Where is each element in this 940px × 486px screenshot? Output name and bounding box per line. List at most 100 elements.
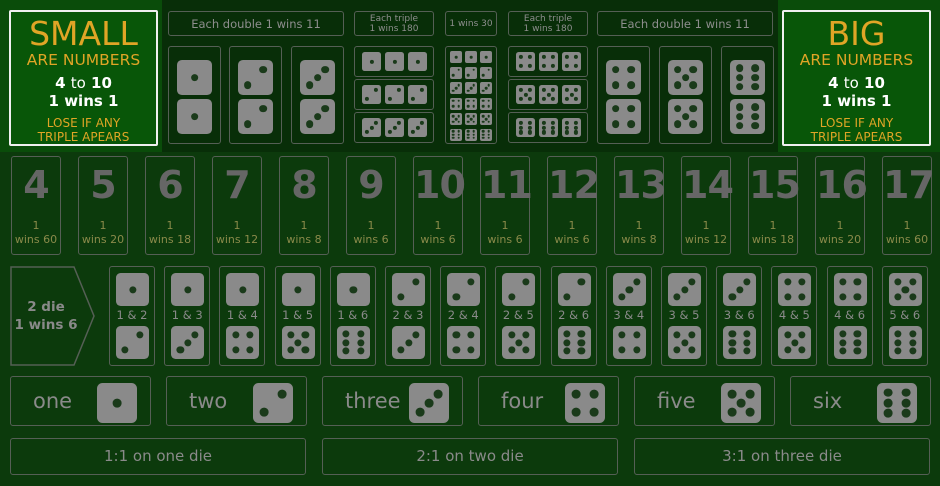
single-five-bet[interactable]: five xyxy=(634,376,775,426)
small-bet-area[interactable]: SMALL ARE NUMBERS 4 to 10 1 wins 1 LOSE … xyxy=(9,10,158,146)
double-4-bet[interactable] xyxy=(597,46,650,144)
any-triple-bet[interactable] xyxy=(445,46,497,144)
die-face-6 xyxy=(465,128,477,141)
pip xyxy=(452,293,461,301)
single-four-bet[interactable]: four xyxy=(478,376,619,426)
doubles-right-header: Each double 1 wins 11 xyxy=(597,11,773,36)
double-1-bet[interactable] xyxy=(168,46,221,144)
single-one-bet[interactable]: one xyxy=(10,376,151,426)
total-5-bet[interactable]: 5 1 wins 20 xyxy=(78,156,128,255)
total-value: 4 xyxy=(23,163,49,207)
big-bet-area[interactable]: BIG ARE NUMBERS 4 to 10 1 wins 1 LOSE IF… xyxy=(782,10,931,146)
pair-1-5-bet[interactable]: 1 & 5 xyxy=(274,266,321,366)
pair-2-4-bet[interactable]: 2 & 4 xyxy=(440,266,487,366)
single-three-bet[interactable]: three xyxy=(322,376,463,426)
total-odds-1: 1 xyxy=(568,219,576,232)
single-six-bet[interactable]: six xyxy=(790,376,931,426)
total-16-bet[interactable]: 16 1 wins 20 xyxy=(815,156,868,255)
pip xyxy=(894,293,902,301)
single-two-bet[interactable]: two xyxy=(166,376,307,426)
pip xyxy=(735,82,744,91)
pip xyxy=(894,347,902,355)
pair-2-5-bet[interactable]: 2 & 5 xyxy=(495,266,542,366)
pip xyxy=(396,88,401,93)
pip xyxy=(727,389,737,399)
pip xyxy=(313,112,322,121)
pair-1-3-bet[interactable]: 1 & 3 xyxy=(164,266,211,366)
pip xyxy=(627,120,636,129)
total-13-bet[interactable]: 13 1 wins 8 xyxy=(614,156,667,255)
pip xyxy=(681,112,690,121)
pip xyxy=(527,55,532,60)
total-6-bet[interactable]: 6 1 wins 18 xyxy=(145,156,195,255)
pip xyxy=(563,293,571,301)
pip xyxy=(798,293,806,301)
pip xyxy=(563,347,571,355)
pair-1-6-bet[interactable]: 1 & 6 xyxy=(329,266,376,366)
pair-label: 3 & 5 xyxy=(668,308,700,322)
total-8-bet[interactable]: 8 1 wins 8 xyxy=(279,156,329,255)
triple-4-bet[interactable] xyxy=(508,46,588,77)
pip xyxy=(627,104,636,113)
pair-1-4-bet[interactable]: 1 & 4 xyxy=(219,266,266,366)
triple-1-bet[interactable] xyxy=(354,46,434,77)
pair-3-6-bet[interactable]: 3 & 6 xyxy=(716,266,763,366)
pip xyxy=(519,120,524,125)
pip xyxy=(735,103,744,112)
pair-2-6-bet[interactable]: 2 & 6 xyxy=(550,266,597,366)
pair-3-5-bet[interactable]: 3 & 5 xyxy=(661,266,707,366)
small-range: 4 to 10 xyxy=(55,74,112,92)
total-14-bet[interactable]: 14 1 wins 12 xyxy=(681,156,734,255)
pip xyxy=(487,120,490,123)
pip xyxy=(542,130,547,135)
pair-2-3-bet[interactable]: 2 & 3 xyxy=(385,266,431,366)
total-9-bet[interactable]: 9 1 wins 6 xyxy=(346,156,396,255)
total-odds-1: 1 xyxy=(434,219,442,232)
double-3-bet[interactable] xyxy=(291,46,344,144)
payout-label: 2:1 on two die xyxy=(416,447,524,465)
pip xyxy=(404,338,413,347)
pair-label: 2 & 6 xyxy=(558,308,590,322)
die-face-4 xyxy=(539,52,558,71)
double-6-bet[interactable] xyxy=(721,46,774,144)
pip xyxy=(356,330,365,338)
total-11-bet[interactable]: 11 1 wins 6 xyxy=(480,156,533,255)
total-odds-2: wins 12 xyxy=(684,233,728,246)
pip xyxy=(527,130,532,135)
triple-6-bet[interactable] xyxy=(508,112,588,143)
pip xyxy=(627,65,636,74)
double-2-bet[interactable] xyxy=(229,46,282,144)
total-value: 16 xyxy=(816,163,868,207)
pair-3-4-bet[interactable]: 3 & 4 xyxy=(605,266,652,366)
pip xyxy=(573,63,578,68)
pip xyxy=(305,81,314,90)
total-7-bet[interactable]: 7 1 wins 12 xyxy=(212,156,262,255)
pair-4-5-bet[interactable]: 4 & 5 xyxy=(771,266,818,366)
pair-1-2-bet[interactable]: 1 & 2 xyxy=(109,266,155,366)
pip xyxy=(736,398,746,408)
pair-4-6-bet[interactable]: 4 & 6 xyxy=(826,266,873,366)
triple-3-bet[interactable] xyxy=(354,112,434,143)
single-word: three xyxy=(345,389,401,413)
total-17-bet[interactable]: 17 1 wins 60 xyxy=(882,156,935,255)
pair-5-6-bet[interactable]: 5 & 6 xyxy=(881,266,928,366)
pip xyxy=(365,96,370,101)
pip xyxy=(128,285,137,294)
triple-2-bet[interactable] xyxy=(354,79,434,110)
pip xyxy=(736,285,744,294)
double-5-bet[interactable] xyxy=(659,46,712,144)
die-face-6 xyxy=(480,128,492,141)
triple-5-bet[interactable] xyxy=(508,79,588,110)
payout-label: 1:1 on one die xyxy=(104,447,212,465)
total-odds-1: 1 xyxy=(99,219,107,232)
pip xyxy=(457,84,460,87)
pip xyxy=(472,84,475,87)
pip xyxy=(565,130,570,135)
total-15-bet[interactable]: 15 1 wins 18 xyxy=(748,156,801,255)
total-10-bet[interactable]: 10 1 wins 6 xyxy=(413,156,466,255)
pip xyxy=(342,330,350,338)
total-12-bet[interactable]: 12 1 wins 6 xyxy=(547,156,600,255)
pair-label: 4 & 6 xyxy=(834,308,866,322)
die-face-1 xyxy=(385,52,404,71)
total-4-bet[interactable]: 4 1 wins 60 xyxy=(11,156,61,255)
